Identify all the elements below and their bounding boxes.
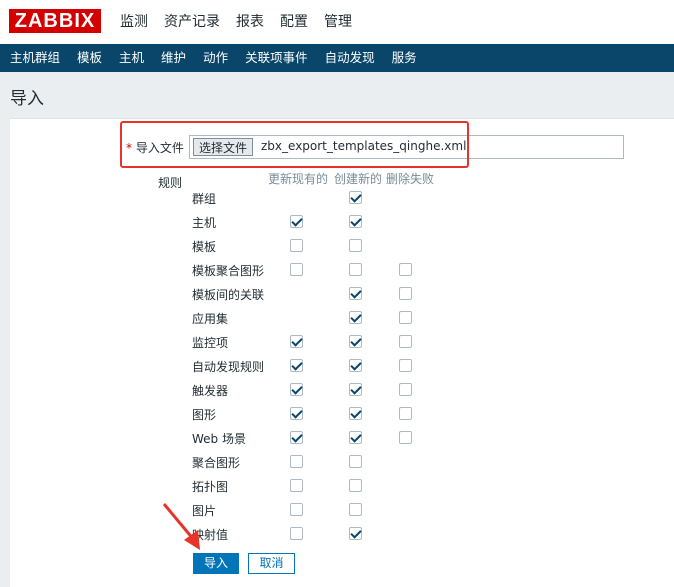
- page-title: 导入: [10, 89, 44, 109]
- rule-checkbox-update[interactable]: [290, 527, 303, 540]
- rule-checkbox-create[interactable]: [349, 191, 362, 204]
- rule-checkbox-update[interactable]: [290, 407, 303, 420]
- rule-label: 触发器: [192, 384, 229, 398]
- cancel-button[interactable]: 取消: [248, 553, 295, 574]
- rule-checkbox-delete[interactable]: [399, 335, 412, 348]
- import-button[interactable]: 导入: [193, 553, 239, 574]
- annotation-arrow-icon: [162, 503, 200, 550]
- rule-checkbox-update[interactable]: [290, 359, 303, 372]
- main-menu-administration[interactable]: 管理: [316, 0, 360, 44]
- sub-menu-maintenance[interactable]: 维护: [151, 44, 193, 72]
- rule-checkbox-create[interactable]: [349, 311, 362, 324]
- rule-checkbox-create[interactable]: [349, 383, 362, 396]
- sub-menu-templates[interactable]: 模板: [67, 44, 109, 72]
- rules-label: 规则: [158, 176, 183, 190]
- rule-checkbox-create[interactable]: [349, 455, 362, 468]
- col-update-existing: 更新现有的: [268, 172, 329, 186]
- rule-checkbox-update[interactable]: [290, 431, 303, 444]
- rule-label: Web 场景: [192, 432, 246, 446]
- zabbix-logo[interactable]: ZABBIX: [9, 9, 101, 33]
- rule-checkbox-create[interactable]: [349, 359, 362, 372]
- sub-menu-services[interactable]: 服务: [382, 44, 424, 72]
- rule-checkbox-create[interactable]: [349, 503, 362, 516]
- rule-checkbox-update[interactable]: [290, 503, 303, 516]
- rule-checkbox-delete[interactable]: [399, 311, 412, 324]
- rule-label: 主机: [192, 216, 217, 230]
- main-menu-monitoring[interactable]: 监测: [112, 0, 156, 44]
- col-create-new: 创建新的: [334, 172, 383, 186]
- rule-checkbox-update[interactable]: [290, 239, 303, 252]
- rule-checkbox-update[interactable]: [290, 215, 303, 228]
- main-menu-inventory[interactable]: 资产记录: [156, 0, 228, 44]
- rule-label: 拓扑图: [192, 480, 229, 494]
- rule-checkbox-create[interactable]: [349, 239, 362, 252]
- rule-checkbox-create[interactable]: [349, 215, 362, 228]
- rule-label: 自动发现规则: [192, 360, 265, 374]
- col-delete-missing: 删除失败: [386, 172, 435, 186]
- rule-label: 聚合图形: [192, 456, 241, 470]
- sub-menu-host-groups[interactable]: 主机群组: [0, 44, 67, 72]
- sub-menu-event-correlation[interactable]: 关联项事件: [235, 44, 315, 72]
- rule-checkbox-update[interactable]: [290, 383, 303, 396]
- rule-checkbox-update[interactable]: [290, 335, 303, 348]
- rule-checkbox-create[interactable]: [349, 263, 362, 276]
- rule-checkbox-delete[interactable]: [399, 263, 412, 276]
- rule-checkbox-update[interactable]: [290, 479, 303, 492]
- rule-label: 群组: [192, 192, 217, 206]
- import-form-panel: [10, 118, 674, 587]
- rule-checkbox-create[interactable]: [349, 407, 362, 420]
- rule-checkbox-update[interactable]: [290, 263, 303, 276]
- sub-menu-hosts[interactable]: 主机: [109, 44, 151, 72]
- annotation-highlight-box: [120, 121, 469, 168]
- rule-checkbox-delete[interactable]: [399, 431, 412, 444]
- rule-checkbox-create[interactable]: [349, 431, 362, 444]
- rule-label: 模板间的关联: [192, 288, 265, 302]
- rule-label: 应用集: [192, 312, 229, 326]
- rule-checkbox-create[interactable]: [349, 479, 362, 492]
- main-menu: 监测 资产记录 报表 配置 管理: [112, 0, 360, 44]
- rule-checkbox-delete[interactable]: [399, 287, 412, 300]
- top-bar: ZABBIX 监测 资产记录 报表 配置 管理: [0, 0, 674, 44]
- sub-menu: 主机群组 模板 主机 维护 动作 关联项事件 自动发现 服务: [0, 44, 674, 72]
- rule-checkbox-delete[interactable]: [399, 383, 412, 396]
- main-menu-configuration[interactable]: 配置: [272, 0, 316, 44]
- rule-label: 模板: [192, 240, 217, 254]
- rule-checkbox-update[interactable]: [290, 455, 303, 468]
- rule-checkbox-delete[interactable]: [399, 407, 412, 420]
- rule-label: 模板聚合图形: [192, 264, 265, 278]
- rule-label: 图形: [192, 408, 217, 422]
- rule-checkbox-create[interactable]: [349, 335, 362, 348]
- sub-menu-actions[interactable]: 动作: [193, 44, 235, 72]
- rule-checkbox-delete[interactable]: [399, 359, 412, 372]
- sub-menu-discovery[interactable]: 自动发现: [315, 44, 382, 72]
- rule-checkbox-create[interactable]: [349, 527, 362, 540]
- rule-label: 监控项: [192, 336, 229, 350]
- main-menu-reports[interactable]: 报表: [228, 0, 272, 44]
- rule-checkbox-create[interactable]: [349, 287, 362, 300]
